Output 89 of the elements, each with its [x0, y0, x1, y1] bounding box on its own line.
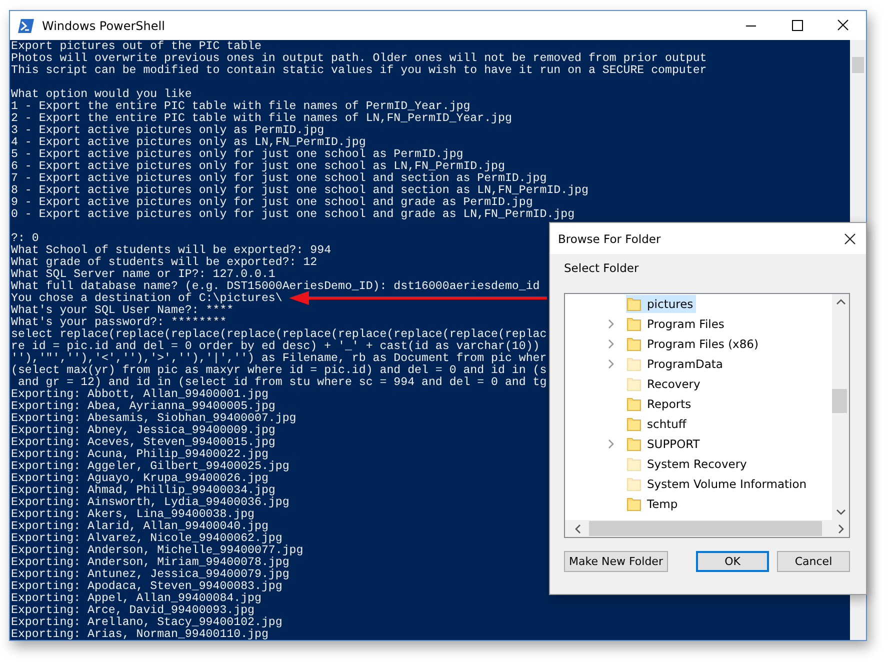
console-line: and gr = 12) and id in (select id from stu where sc = 994 and del = 0 and tg — [18, 377, 547, 389]
console-line: Exporting: Alvarez, Nicole_99400062.jpg — [11, 533, 282, 545]
console-line: ''),'"',''),'<',''),'>',''),'|','') as Filename, rb as Document from pic wher — [11, 353, 547, 365]
console-line: What SQL Server name or IP?: 127.0.0.1 — [11, 269, 276, 281]
folder-icon — [627, 318, 641, 330]
console-line: Exporting: Arce, David_99400093.jpg — [11, 605, 255, 617]
console-line: You chose a destination of C:\pictures\ — [11, 293, 282, 305]
console-line: What grade of students will be exported?: 12 — [11, 257, 318, 269]
console-line: Photos will overwrite previous ones in output path. Older ones will not be removed from prior output — [11, 53, 707, 65]
dialog-button[interactable]: Make New Folder — [564, 551, 668, 572]
console-line: Exporting: Antunez, Jessica_99400079.jpg — [11, 569, 290, 581]
console-line: Exporting: Acuna, Philip_99400022.jpg — [11, 449, 268, 461]
console-line: Exporting: Aceves, Steven_99400015.jpg — [11, 437, 276, 449]
console-line: Exporting: Aggeler, Gilbert_99400025.jpg — [11, 461, 290, 473]
folder-item[interactable]: Recovery — [626, 375, 704, 393]
terminal-icon — [18, 18, 34, 32]
console-line: select replace(replace(replace(replace(replace(replace(replace(replace(replac — [11, 329, 547, 341]
console-line: 9 - Export active pictures only for just one school and grade as PermID.jpg — [11, 197, 533, 209]
folder-icon — [627, 398, 641, 410]
folder-item[interactable]: pictures — [626, 295, 696, 313]
folder-item[interactable]: ProgramData — [626, 355, 726, 373]
console-line: Exporting: Ainsworth, Lydia_99400036.jpg — [11, 497, 290, 509]
console-line: Exporting: Abea, Ayrianna_99400005.jpg — [11, 401, 276, 413]
console-line: 1 - Export the entire PIC table with file names of PermID_Year.jpg — [11, 101, 470, 113]
console-line: Exporting: Appel, Allan_99400084.jpg — [11, 593, 262, 605]
folder-icon — [627, 338, 641, 350]
console-line: Exporting: Abney, Jessica_99400009.jpg — [11, 425, 276, 437]
expand-icon[interactable] — [608, 339, 614, 349]
console-line: 8 - Export active pictures only for just one school and section as LN,FN_PermID.jpg — [11, 185, 588, 197]
dialog-button[interactable]: Cancel — [777, 551, 850, 572]
scrollbar-thumb[interactable] — [832, 389, 847, 413]
folder-item[interactable]: Reports — [626, 395, 694, 413]
console-line: Exporting: Apodaca, Steven_99400083.jpg — [11, 581, 282, 593]
folder-icon — [627, 498, 641, 510]
console-line: 5 - Export active pictures only for just one school as PermID.jpg — [11, 149, 464, 161]
console-line: What's your password?: ******** — [11, 317, 227, 329]
expand-icon[interactable] — [608, 439, 614, 449]
folder-icon — [627, 458, 641, 470]
window-title: Windows PowerShell — [42, 18, 165, 32]
folder-item[interactable]: System Volume Information — [626, 475, 810, 493]
dialog-title: Browse For Folder — [558, 232, 661, 246]
folder-icon — [627, 358, 641, 370]
console-line: Exporting: Abesamis, Siobhan_99400007.jpg — [11, 413, 296, 425]
console-line: 0 - Export active pictures only for just one school and grade as LN,FN_PermID.jpg — [11, 209, 575, 221]
console-line: Exporting: Akers, Lina_99400038.jpg — [11, 509, 255, 521]
scroll-right-icon[interactable] — [838, 524, 844, 534]
console-line: ?: 0 — [11, 233, 39, 245]
folder-icon — [627, 418, 641, 430]
console-line: 4 - Export active pictures only as LN,FN_PermID.jpg — [11, 137, 366, 149]
console-line: Exporting: Aguayo, Krupa_99400026.jpg — [11, 473, 268, 485]
folder-item[interactable]: schtuff — [626, 415, 690, 433]
folder-icon — [627, 298, 641, 310]
console-line: (select max(yr) from pic as maxyr where id = pic.id) and del = 0 and id in (s — [11, 365, 547, 377]
scroll-down-icon[interactable] — [836, 509, 846, 515]
console-line: Exporting: Ahmad, Phillip_99400034.jpg — [11, 485, 276, 497]
dialog-button[interactable]: OK — [696, 551, 769, 572]
prompt-text: Select Folder — [564, 261, 640, 277]
console-line: What full database name? (e.g. DST15000AeriesDemo_ID): dst16000aeriesdemo_id — [11, 281, 540, 293]
close-icon[interactable] — [844, 232, 856, 244]
console-line: Exporting: Anderson, Michelle_99400077.jpg — [11, 545, 304, 557]
scroll-left-icon[interactable] — [575, 524, 581, 534]
console-line: Exporting: Arellano, Stacy_99400102.jpg — [11, 617, 282, 629]
console-line: re id = pic.id and del = 0 order by ed desc) + '_' + cast(id as varchar(10)) — [11, 341, 540, 353]
scrollbar-thumb[interactable] — [589, 521, 822, 536]
console-line: Exporting: Arias, Norman_99400110.jpg — [11, 629, 268, 640]
console-line: 6 - Export active pictures only for just one school as LN,FN_PermID.jpg — [11, 161, 505, 173]
console-line: What School of students will be exported?: 994 — [11, 245, 332, 257]
console-line: Exporting: Anderson, Miriam_99400078.jpg — [11, 557, 290, 569]
console-line: What's your SQL User Name?: **** — [11, 305, 234, 317]
console-line: Exporting: Abbott, Allan_99400001.jpg — [11, 389, 268, 401]
expand-icon[interactable] — [608, 359, 614, 369]
console-line: 3 - Export active pictures only as PermID.jpg — [11, 125, 324, 137]
scrollbar-thumb[interactable] — [852, 57, 864, 73]
folder-icon — [627, 478, 641, 490]
folder-icon — [627, 378, 641, 390]
scroll-up-icon[interactable] — [836, 299, 846, 305]
console-line: Export pictures out of the PIC table — [11, 41, 262, 53]
folder-icon — [627, 438, 641, 450]
folder-item[interactable]: SUPPORT — [626, 435, 703, 453]
console-line: 7 - Export active pictures only for just one school and section as PermID.jpg — [11, 173, 547, 185]
console-line: Exporting: Alarid, Allan_99400040.jpg — [11, 521, 268, 533]
folder-item[interactable]: Temp — [626, 495, 681, 513]
folder-item[interactable]: Program Files (x86) — [626, 335, 762, 353]
console-line: This script can be modified to contain static values if you wish to have it run on a SECURE computer — [11, 65, 707, 77]
folder-item[interactable]: System Recovery — [626, 455, 750, 473]
console-line: What option would you like — [11, 89, 192, 101]
expand-icon[interactable] — [608, 319, 614, 329]
folder-item[interactable]: Program Files — [626, 315, 728, 333]
console-line: 2 - Export the entire PIC table with file names of LN,FN_PermID_Year.jpg — [11, 113, 512, 125]
